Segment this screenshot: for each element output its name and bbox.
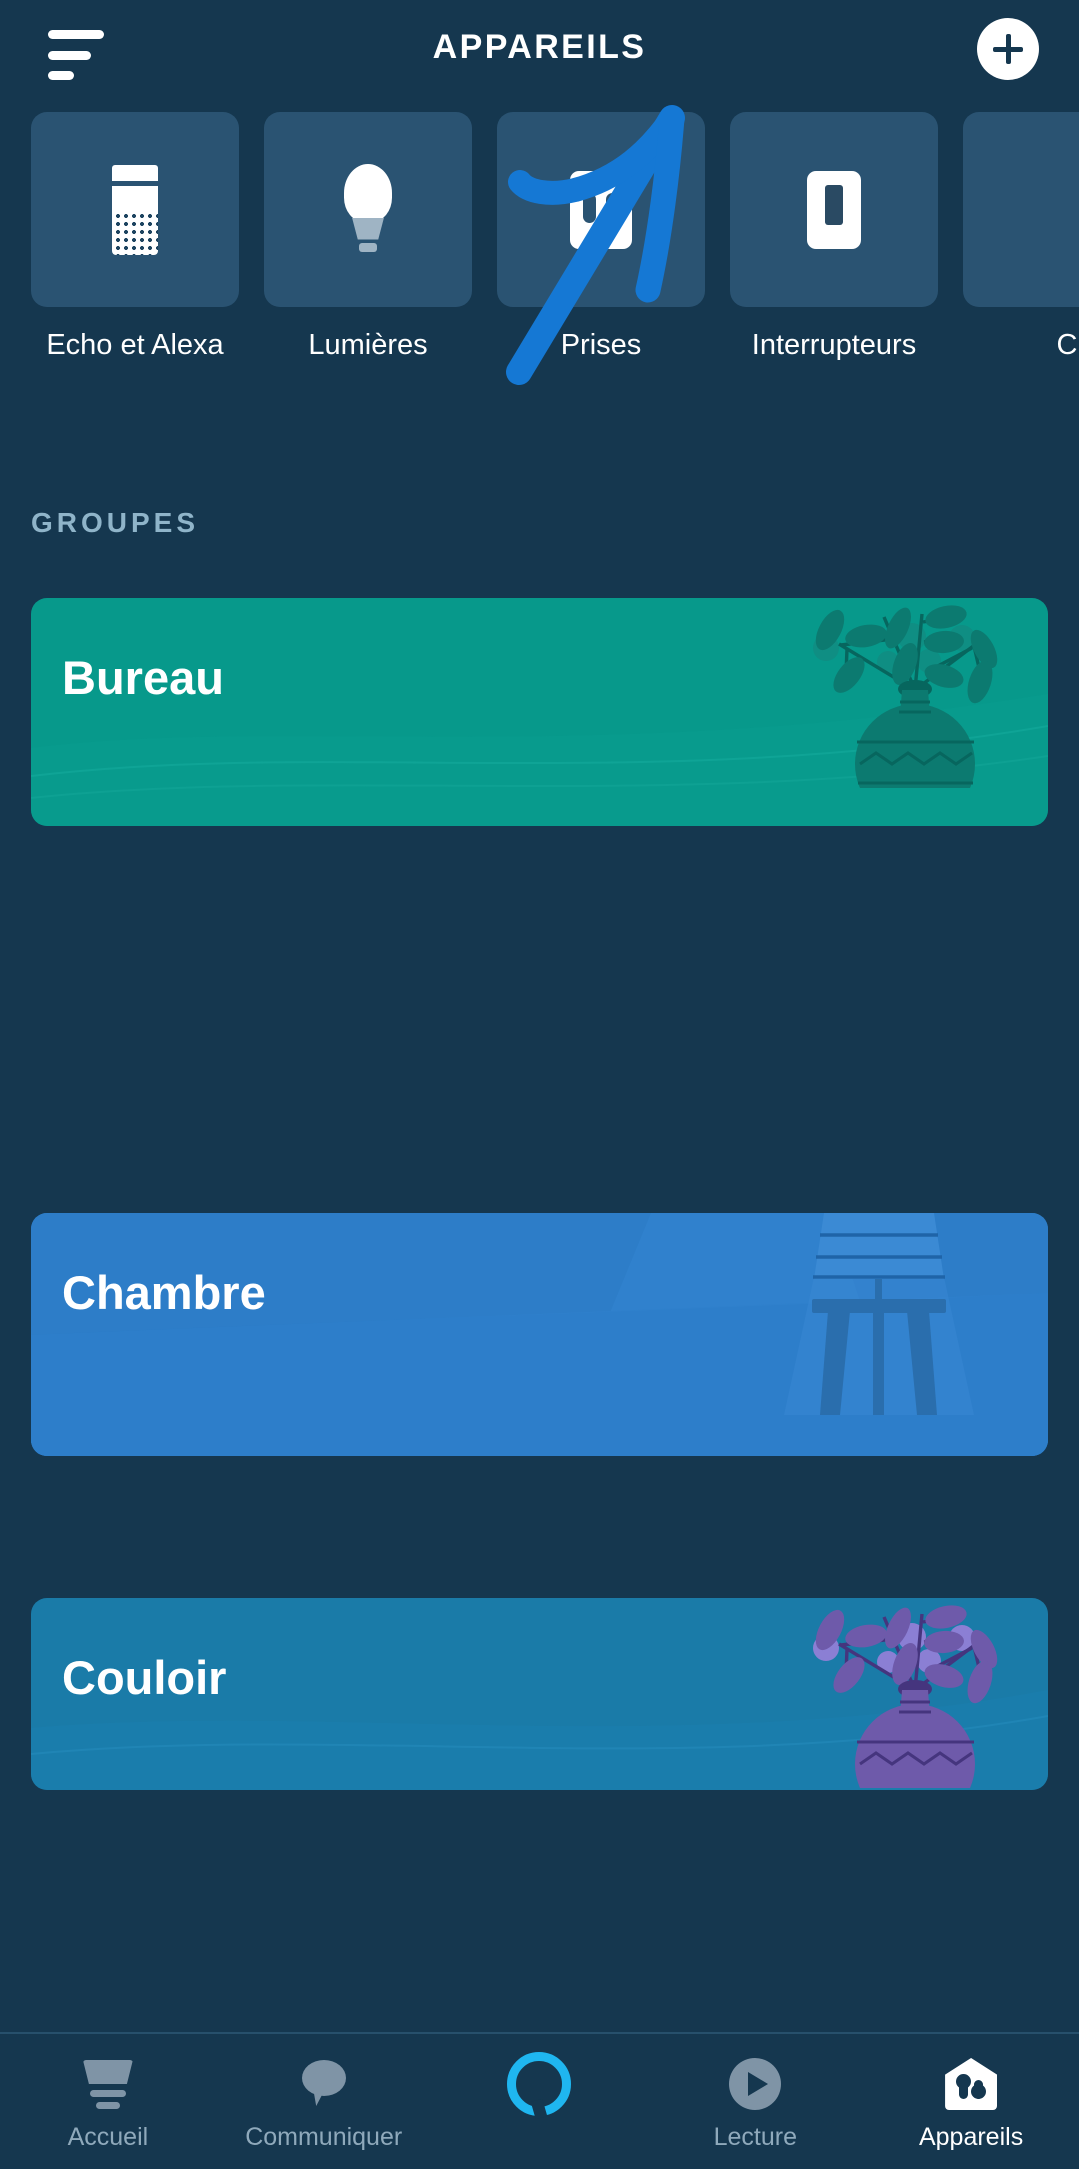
group-name: Bureau bbox=[62, 651, 224, 704]
potted-plant-illustration bbox=[813, 605, 998, 788]
page-title: APPAREILS bbox=[432, 28, 647, 66]
nav-item-lecture[interactable]: Lecture bbox=[647, 2034, 863, 2152]
echo-speaker-icon bbox=[112, 164, 158, 255]
bottom-navigation-bar[interactable]: Accueil Communiquer Lecture Appareils bbox=[0, 2032, 1079, 2169]
category-label: Echo et Alexa bbox=[46, 329, 224, 361]
category-lumieres[interactable]: Lumières bbox=[264, 112, 472, 362]
group-card-couloir[interactable]: Couloir bbox=[31, 1598, 1048, 1790]
potted-plant-purple-illustration bbox=[813, 1605, 998, 1788]
nav-label: Lecture bbox=[713, 2123, 797, 2151]
category-interrupteurs[interactable]: Interrupteurs bbox=[730, 112, 938, 362]
alexa-ring-icon[interactable] bbox=[507, 2052, 572, 2120]
nav-item-accueil[interactable]: Accueil bbox=[0, 2034, 216, 2152]
play-icon bbox=[729, 2058, 782, 2110]
category-label: Prises bbox=[560, 329, 642, 361]
category-tile[interactable] bbox=[497, 112, 705, 307]
group-name: Couloir bbox=[62, 1651, 227, 1704]
category-tile[interactable] bbox=[31, 112, 239, 307]
nav-label: Communiquer bbox=[245, 2123, 403, 2151]
power-outlet-icon bbox=[570, 170, 632, 249]
group-card-chambre[interactable]: Chambre bbox=[31, 1213, 1048, 1456]
category-prises[interactable]: Prises bbox=[497, 112, 705, 362]
devices-house-icon bbox=[945, 2058, 998, 2110]
category-label: Lumières bbox=[308, 329, 428, 361]
light-bulb-icon bbox=[338, 163, 398, 256]
category-tile[interactable] bbox=[963, 112, 1079, 307]
app-header: APPAREILS bbox=[0, 0, 1079, 110]
nav-item-alexa[interactable] bbox=[432, 2034, 648, 2123]
light-switch-icon bbox=[807, 170, 861, 249]
group-card-bureau[interactable]: Bureau Activé bbox=[31, 598, 1048, 826]
category-label: Interrupteurs bbox=[751, 329, 917, 361]
nav-label: Appareils bbox=[918, 2123, 1024, 2151]
category-strip[interactable]: Echo et Alexa Lumières Prises Interrupte… bbox=[0, 112, 1079, 362]
app-root: APPAREILS Echo et Alexa Lumières Prises … bbox=[0, 0, 1079, 2169]
nav-label: Accueil bbox=[67, 2123, 149, 2151]
category-label: C bbox=[1056, 329, 1078, 361]
category-tile[interactable] bbox=[730, 112, 938, 307]
home-icon bbox=[82, 2058, 133, 2110]
nav-item-communiquer[interactable]: Communiquer bbox=[216, 2034, 432, 2152]
category-cameras-partial[interactable]: C bbox=[963, 112, 1079, 362]
category-echo-et-alexa[interactable]: Echo et Alexa bbox=[31, 112, 239, 362]
speech-bubble-icon bbox=[301, 2058, 346, 2110]
category-tile[interactable] bbox=[264, 112, 472, 307]
group-name: Chambre bbox=[62, 1266, 266, 1319]
groups-section-title: GROUPES bbox=[31, 507, 200, 538]
plus-icon[interactable] bbox=[977, 18, 1039, 80]
nav-item-appareils[interactable]: Appareils bbox=[863, 2034, 1079, 2152]
tripod-floor-lamp-illustration bbox=[784, 1213, 974, 1415]
